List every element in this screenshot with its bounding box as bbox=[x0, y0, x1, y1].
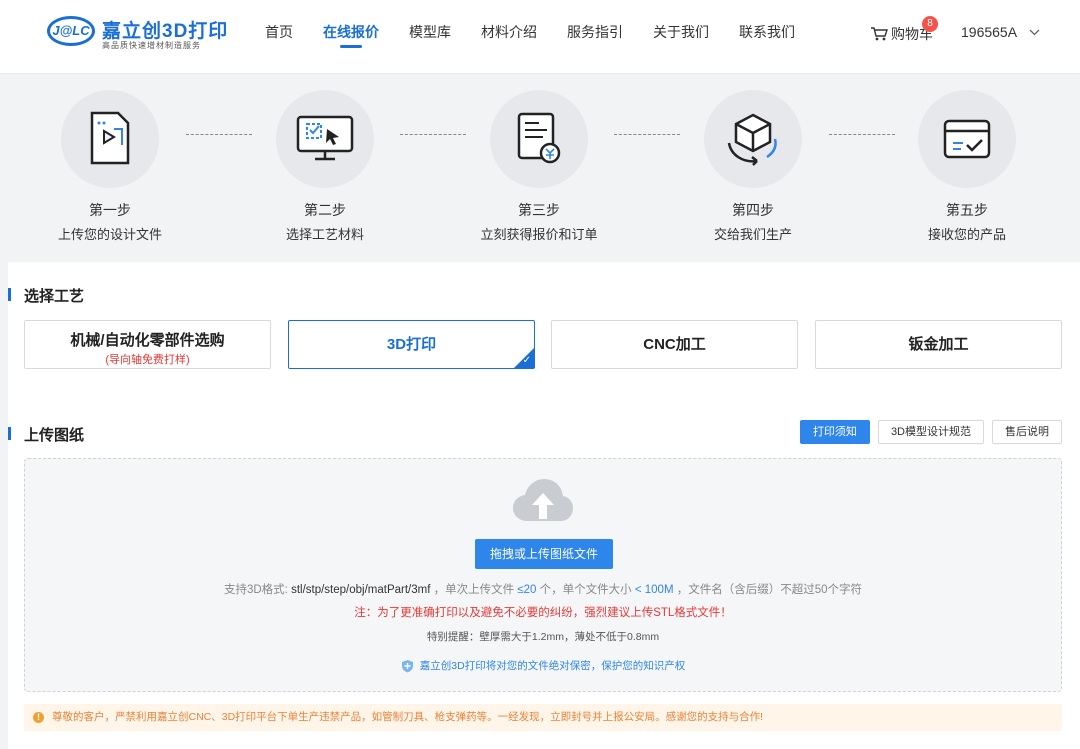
tab-print-notes[interactable]: 打印须知 bbox=[799, 420, 870, 444]
process-section-title: 选择工艺 bbox=[7, 285, 84, 306]
step-1: 第一步 上传您的设计文件 bbox=[40, 90, 180, 243]
step-divider bbox=[400, 134, 466, 135]
file-upload-icon bbox=[90, 111, 130, 165]
tab-after-sales[interactable]: 售后说明 bbox=[992, 420, 1062, 444]
warning-icon: ! bbox=[33, 712, 44, 723]
site-logo[interactable]: J@LC 嘉立创3D打印 高品质快速增材制造服务 bbox=[47, 12, 227, 62]
formats-size: < 100M bbox=[634, 584, 674, 596]
upload-dropzone[interactable]: 拖拽或上传图纸文件 支持3D格式: stl/stp/step/obj/matPa… bbox=[24, 458, 1062, 692]
step-2: 第二步 选择工艺材料 bbox=[255, 90, 395, 243]
thickness-tip: 特别提醒：壁厚需大于1.2mm，薄处不低于0.8mm bbox=[426, 631, 660, 643]
chevron-down-icon bbox=[1029, 29, 1040, 35]
process-steps: 第一步 上传您的设计文件 第二步 选择工艺材料 第三步 立刻获得报价和订单 第四… bbox=[0, 74, 1080, 262]
nav-about[interactable]: 关于我们 bbox=[638, 0, 724, 74]
process-option-label: CNC加工 bbox=[643, 336, 706, 353]
supported-formats: 支持3D格式: stl/stp/step/obj/matPart/3mf ，单次… bbox=[25, 581, 1061, 597]
upload-file-button[interactable]: 拖拽或上传图纸文件 bbox=[475, 539, 613, 569]
nav-home[interactable]: 首页 bbox=[250, 0, 308, 74]
logo-badge: J@LC bbox=[47, 16, 95, 46]
step-3-circle bbox=[490, 90, 588, 188]
logo-subtitle: 高品质快速增材制造服务 bbox=[102, 41, 201, 50]
monitor-select-icon bbox=[296, 115, 354, 161]
cart-count-badge: 8 bbox=[922, 16, 938, 32]
compliance-notice: ! 尊敬的客户，严禁利用嘉立创CNC、3D打印平台下单生产违禁产品，如管制刀具、… bbox=[24, 704, 1062, 731]
cart-icon bbox=[871, 27, 888, 41]
step-1-circle bbox=[61, 90, 159, 188]
step-1-title: 第一步 bbox=[89, 202, 131, 218]
user-name: 196565A bbox=[961, 24, 1018, 40]
formats-suffix: ，文件名（含后缀）不超过50个字符 bbox=[676, 584, 863, 596]
process-option-mechanical[interactable]: 机械/自动化零部件选购 (导向轴免费打样) bbox=[24, 320, 271, 369]
process-option-note: (导向轴免费打样) bbox=[105, 354, 190, 366]
process-option-cnc[interactable]: CNC加工 bbox=[551, 320, 798, 369]
tab-design-spec[interactable]: 3D模型设计规范 bbox=[877, 420, 984, 444]
shield-icon bbox=[401, 659, 413, 672]
upload-section-title: 上传图纸 bbox=[7, 424, 84, 445]
nav-model-library[interactable]: 模型库 bbox=[394, 0, 466, 74]
step-5-desc: 接收您的产品 bbox=[927, 227, 1006, 242]
formats-size-prefix: 个，单个文件大小 bbox=[539, 584, 632, 596]
formats-value: stl/stp/step/obj/matPart/3mf bbox=[291, 584, 431, 596]
step-5-title: 第五步 bbox=[946, 202, 988, 218]
process-option-label: 钣金加工 bbox=[908, 336, 969, 353]
cart-link[interactable]: 购物车 8 bbox=[870, 16, 938, 44]
formats-count: ≤20 bbox=[517, 584, 537, 596]
step-3-desc: 立刻获得报价和订单 bbox=[480, 227, 598, 242]
step-4-circle bbox=[704, 90, 802, 188]
check-icon: ✓ bbox=[522, 355, 531, 366]
process-option-sheet-metal[interactable]: 钣金加工 bbox=[815, 320, 1062, 369]
quote-order-icon bbox=[517, 112, 561, 164]
step-4: 第四步 交给我们生产 bbox=[683, 90, 823, 243]
nav-contact[interactable]: 联系我们 bbox=[724, 0, 810, 74]
upload-tabs: 打印须知 3D模型设计规范 售后说明 bbox=[799, 420, 1062, 444]
process-option-3d-print[interactable]: 3D打印 ✓ bbox=[288, 320, 535, 369]
formats-count-prefix: ，单次上传文件 bbox=[433, 584, 515, 596]
production-cube-icon bbox=[727, 113, 777, 166]
logo-title: 嘉立创3D打印 bbox=[102, 21, 229, 42]
formats-prefix: 支持3D格式: bbox=[223, 584, 288, 596]
step-2-desc: 选择工艺材料 bbox=[285, 227, 364, 242]
step-divider bbox=[829, 134, 895, 135]
cloud-upload-icon bbox=[513, 479, 573, 521]
step-4-desc: 交给我们生产 bbox=[713, 227, 792, 242]
step-1-desc: 上传您的设计文件 bbox=[57, 227, 162, 242]
nav-materials[interactable]: 材料介绍 bbox=[466, 0, 552, 74]
step-2-title: 第二步 bbox=[304, 202, 346, 218]
process-option-label: 机械/自动化零部件选购 bbox=[70, 332, 225, 349]
nav-online-quote[interactable]: 在线报价 bbox=[308, 0, 394, 74]
notice-text: 尊敬的客户，严禁利用嘉立创CNC、3D打印平台下单生产违禁产品，如管制刀具、枪支… bbox=[52, 711, 764, 723]
process-option-label: 3D打印 bbox=[386, 336, 437, 353]
step-5-circle bbox=[918, 90, 1016, 188]
stl-warning: 注：为了更准确打印以及避免不必要的纠纷，强烈建议上传STL格式文件！ bbox=[354, 607, 732, 619]
main-nav: 首页 在线报价 模型库 材料介绍 服务指引 关于我们 联系我们 bbox=[250, 0, 810, 74]
step-divider bbox=[186, 134, 252, 135]
step-4-title: 第四步 bbox=[732, 202, 774, 218]
quote-panel: 选择工艺 机械/自动化零部件选购 (导向轴免费打样) 3D打印 ✓ CNC加工 … bbox=[7, 262, 1080, 749]
nav-service-guide[interactable]: 服务指引 bbox=[552, 0, 638, 74]
step-5: 第五步 接收您的产品 bbox=[897, 90, 1037, 243]
step-3-title: 第三步 bbox=[518, 202, 560, 218]
receive-box-icon bbox=[943, 119, 991, 159]
confidentiality-text: 嘉立创3D打印将对您的文件绝对保密，保护您的知识产权 bbox=[419, 660, 686, 672]
step-divider bbox=[614, 134, 680, 135]
user-menu[interactable]: 196565A bbox=[961, 24, 1040, 40]
top-header: J@LC 嘉立创3D打印 高品质快速增材制造服务 首页 在线报价 模型库 材料介… bbox=[0, 0, 1080, 74]
step-3: 第三步 立刻获得报价和订单 bbox=[469, 90, 609, 243]
step-2-circle bbox=[276, 90, 374, 188]
confidentiality-note: 嘉立创3D打印将对您的文件绝对保密，保护您的知识产权 bbox=[25, 658, 1061, 673]
